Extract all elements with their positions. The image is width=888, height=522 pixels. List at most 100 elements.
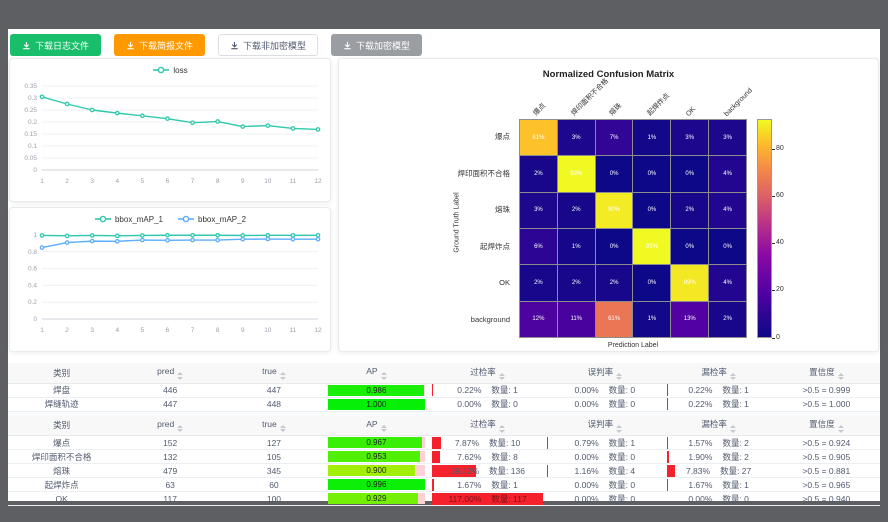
ap-bar: 0.986 <box>328 385 425 396</box>
cell-miss-rate: 0.22%数量: 1 <box>665 397 773 411</box>
svg-text:0.1: 0.1 <box>28 143 37 150</box>
cell-pred: 152 <box>115 436 225 450</box>
svg-text:7: 7 <box>191 327 195 334</box>
svg-text:0.35: 0.35 <box>24 83 37 90</box>
column-header: 漏检率 <box>665 363 773 383</box>
svg-text:9: 9 <box>241 178 245 185</box>
sort-caret[interactable] <box>177 372 183 380</box>
cell-class: 焊盘 <box>8 383 115 397</box>
download-unencrypted-model-button[interactable]: 下载非加密模型 <box>218 34 318 56</box>
cell-pred: 479 <box>115 464 225 478</box>
matrix-cell: 3% <box>671 120 708 155</box>
svg-text:4: 4 <box>115 178 119 185</box>
cell-misjudge-rate: 0.00%数量: 0 <box>545 478 664 492</box>
cell-confidence: >0.5 = 0.924 <box>773 436 880 450</box>
matrix-row-label: OK <box>339 265 515 302</box>
table-row: 熔珠4793450.90039.42%数量: 1361.16%数量: 47.83… <box>8 464 880 478</box>
download-encrypted-model-button[interactable]: 下载加密模型 <box>331 34 422 56</box>
matrix-row-label: 爆点 <box>339 119 515 156</box>
svg-text:12: 12 <box>314 327 322 334</box>
chart-legend: bbox_mAP_1 bbox_mAP_2 <box>10 211 330 227</box>
colorbar-tick: 40 <box>776 239 784 246</box>
column-header: true <box>225 363 323 383</box>
matrix-row-label: 焊印面积不合格 <box>339 156 515 193</box>
cell-misjudge-rate: 1.16%数量: 4 <box>545 464 664 478</box>
svg-text:0.8: 0.8 <box>28 249 37 256</box>
matrix-cell: 89% <box>671 265 708 300</box>
cell-confidence: >0.5 = 0.965 <box>773 478 880 492</box>
cell-ap: 0.900 <box>323 464 430 478</box>
sort-caret[interactable] <box>616 373 622 381</box>
sort-caret[interactable] <box>838 373 844 381</box>
colorbar-tick: 20 <box>776 286 784 293</box>
colorbar-tick: 0 <box>776 334 780 341</box>
sort-caret[interactable] <box>838 425 844 433</box>
matrix-cell: 0% <box>671 229 708 264</box>
matrix-cell: 4% <box>709 193 746 228</box>
matrix-column-label: 焊印面积不合格 <box>569 76 611 118</box>
sort-caret[interactable] <box>730 373 736 381</box>
over-rate-bar: 7.62%数量: 8 <box>432 451 543 463</box>
ap-bar: 0.953 <box>328 451 425 462</box>
cell-confidence: >0.5 = 1.000 <box>773 397 880 411</box>
colorbar <box>757 119 772 338</box>
matrix-cell: 3% <box>709 120 746 155</box>
svg-text:1: 1 <box>33 232 37 239</box>
cell-misjudge-rate: 0.00%数量: 0 <box>545 397 664 411</box>
cell-over-rate: 117.00%数量: 117 <box>430 492 545 506</box>
matrix-cell: 93% <box>558 156 595 191</box>
miss-rate-bar: 1.67%数量: 1 <box>667 479 771 491</box>
table-row: 爆点1521270.9677.87%数量: 100.79%数量: 11.57%数… <box>8 436 880 450</box>
sort-caret[interactable] <box>499 373 505 381</box>
cell-miss-rate: 1.67%数量: 1 <box>665 478 773 492</box>
header-row: 类别predtrueAP过检率误判率漏检率置信度 <box>8 416 880 436</box>
column-header: 漏检率 <box>665 416 773 436</box>
misjudge-rate-bar: 0.00%数量: 0 <box>547 451 662 463</box>
column-header: 误判率 <box>545 363 664 383</box>
sort-caret[interactable] <box>280 425 286 433</box>
misjudge-rate-bar: 0.00%数量: 0 <box>547 398 662 410</box>
sort-caret[interactable] <box>177 425 183 433</box>
over-rate-bar: 7.87%数量: 10 <box>432 437 543 449</box>
line-series-icon <box>152 66 170 74</box>
download-log-button[interactable]: 下载日志文件 <box>10 34 101 56</box>
over-rate-bar: 0.22%数量: 1 <box>432 384 543 396</box>
sort-caret[interactable] <box>499 425 505 433</box>
column-header: pred <box>115 416 225 436</box>
cell-class: 起焊炸点 <box>8 478 115 492</box>
cell-ap: 0.996 <box>323 478 430 492</box>
sort-caret[interactable] <box>616 425 622 433</box>
cell-class: OK <box>8 492 115 506</box>
cell-pred: 447 <box>115 397 225 411</box>
matrix-cell: 13% <box>671 302 708 337</box>
over-rate-bar: 39.42%数量: 136 <box>432 465 543 477</box>
svg-text:12: 12 <box>314 178 322 185</box>
misjudge-rate-bar: 0.79%数量: 1 <box>547 437 662 449</box>
cell-over-rate: 7.62%数量: 8 <box>430 450 545 464</box>
svg-text:0.2: 0.2 <box>28 299 37 306</box>
legend-item[interactable]: bbox_mAP_2 <box>177 215 246 224</box>
matrix-row-label: background <box>339 302 515 339</box>
sort-caret[interactable] <box>280 372 286 380</box>
cell-over-rate: 0.22%数量: 1 <box>430 383 545 397</box>
download-report-button[interactable]: 下载简报文件 <box>114 34 205 56</box>
cell-miss-rate: 1.90%数量: 2 <box>665 450 773 464</box>
svg-text:3: 3 <box>90 327 94 334</box>
sort-caret[interactable] <box>381 372 387 380</box>
legend-item[interactable]: bbox_mAP_1 <box>94 215 163 224</box>
sort-caret[interactable] <box>730 425 736 433</box>
chart-legend: loss <box>10 62 330 78</box>
matrix-row-label: 起焊炸点 <box>339 229 515 266</box>
download-icon <box>126 41 135 50</box>
matrix-cell: 1% <box>633 302 670 337</box>
svg-text:0.6: 0.6 <box>28 266 37 273</box>
matrix-cell: 6% <box>520 229 557 264</box>
legend-item[interactable]: loss <box>152 66 187 75</box>
matrix-cell: 1% <box>558 229 595 264</box>
matrix-cell: 93% <box>633 229 670 264</box>
svg-text:10: 10 <box>264 178 272 185</box>
matrix-cell: 2% <box>520 156 557 191</box>
miss-rate-bar: 1.57%数量: 2 <box>667 437 771 449</box>
miss-rate-bar: 0.22%数量: 1 <box>667 384 771 396</box>
sort-caret[interactable] <box>381 425 387 433</box>
